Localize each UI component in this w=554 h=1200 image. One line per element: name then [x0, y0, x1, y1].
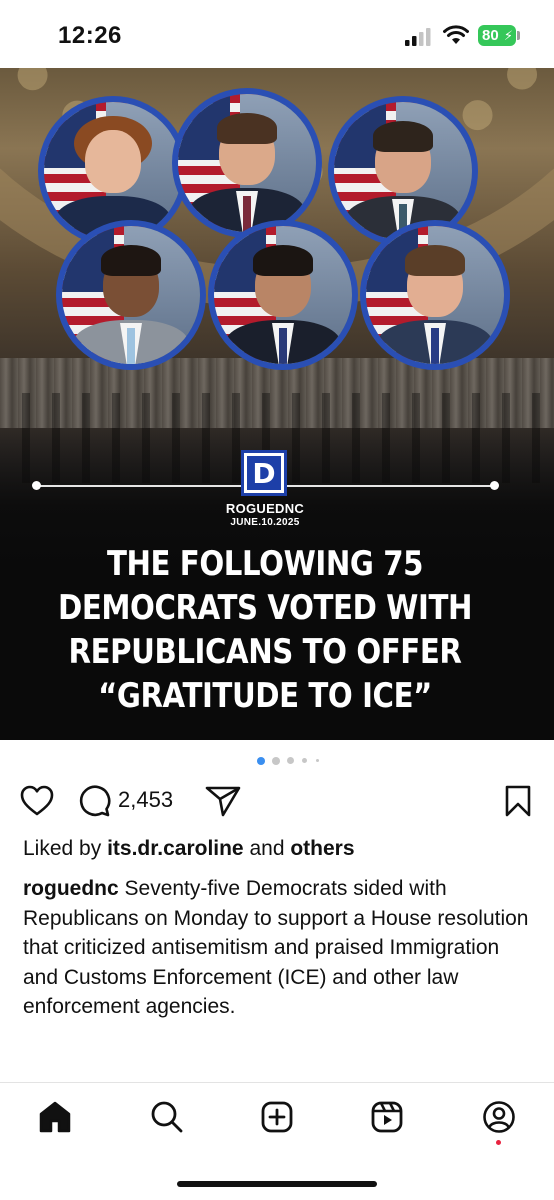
graphic-date: JUNE.10.2025 [230, 517, 300, 528]
charging-bolt-icon: ⚡ [503, 28, 513, 43]
divider-dot-left [32, 481, 41, 490]
roguednc-logo: D [241, 450, 287, 496]
post-caption: roguednc Seventy-five Democrats sided wi… [23, 874, 538, 1022]
likes-middle: and [243, 837, 291, 860]
graphic-brand: ROGUEDNC [225, 501, 305, 516]
likes-line: Liked by its.dr.caroline and others [23, 837, 355, 861]
notification-dot [496, 1140, 501, 1145]
battery-cap [517, 31, 520, 40]
comment-icon[interactable] [78, 785, 111, 817]
headline-line-4: “GRATITUDE TO ICE” [98, 676, 432, 716]
status-bar: 12:26 80 ⚡ [0, 0, 554, 68]
send-icon[interactable] [205, 785, 241, 817]
divider-dot-right [490, 481, 499, 490]
carousel-dot [316, 759, 319, 762]
carousel-dot [272, 757, 280, 765]
post-image[interactable]: D ROGUEDNC JUNE.10.2025 THE FOLLOWING 75… [0, 68, 554, 740]
portrait-4 [56, 220, 206, 370]
home-indicator [177, 1181, 377, 1187]
logo-letter: D [247, 456, 281, 490]
headline-line-1: THE FOLLOWING 75 [106, 544, 424, 584]
heart-icon[interactable] [20, 785, 54, 817]
wifi-icon [443, 25, 469, 44]
headline-line-3: REPUBLICANS TO OFFER [68, 632, 462, 672]
search-icon[interactable] [150, 1100, 184, 1134]
reels-icon[interactable] [370, 1100, 404, 1134]
battery-level: 80 [482, 27, 499, 44]
portrait-2 [172, 88, 322, 238]
portrait-5 [208, 220, 358, 370]
profile-icon[interactable] [482, 1100, 516, 1134]
caption-username[interactable]: roguednc [23, 877, 119, 900]
portrait-6 [360, 220, 510, 370]
graphic-headline: THE FOLLOWING 75 DEMOCRATS VOTED WITH RE… [37, 542, 493, 718]
headline-line-2: DEMOCRATS VOTED WITH [57, 588, 473, 628]
comment-count[interactable]: 2,453 [118, 787, 173, 813]
bookmark-icon[interactable] [505, 785, 531, 817]
nav-divider [0, 1082, 554, 1083]
likes-prefix: Liked by [23, 837, 108, 860]
likes-others[interactable]: others [290, 837, 354, 860]
create-icon[interactable] [260, 1100, 294, 1134]
liked-by-user[interactable]: its.dr.caroline [107, 837, 244, 860]
carousel-dot [302, 758, 307, 763]
battery-indicator: 80 ⚡ [478, 25, 516, 46]
cellular-signal-icon [405, 28, 431, 46]
home-icon[interactable] [38, 1100, 72, 1134]
status-time: 12:26 [58, 22, 122, 49]
carousel-dot-active [257, 757, 265, 765]
carousel-dot [287, 757, 294, 764]
